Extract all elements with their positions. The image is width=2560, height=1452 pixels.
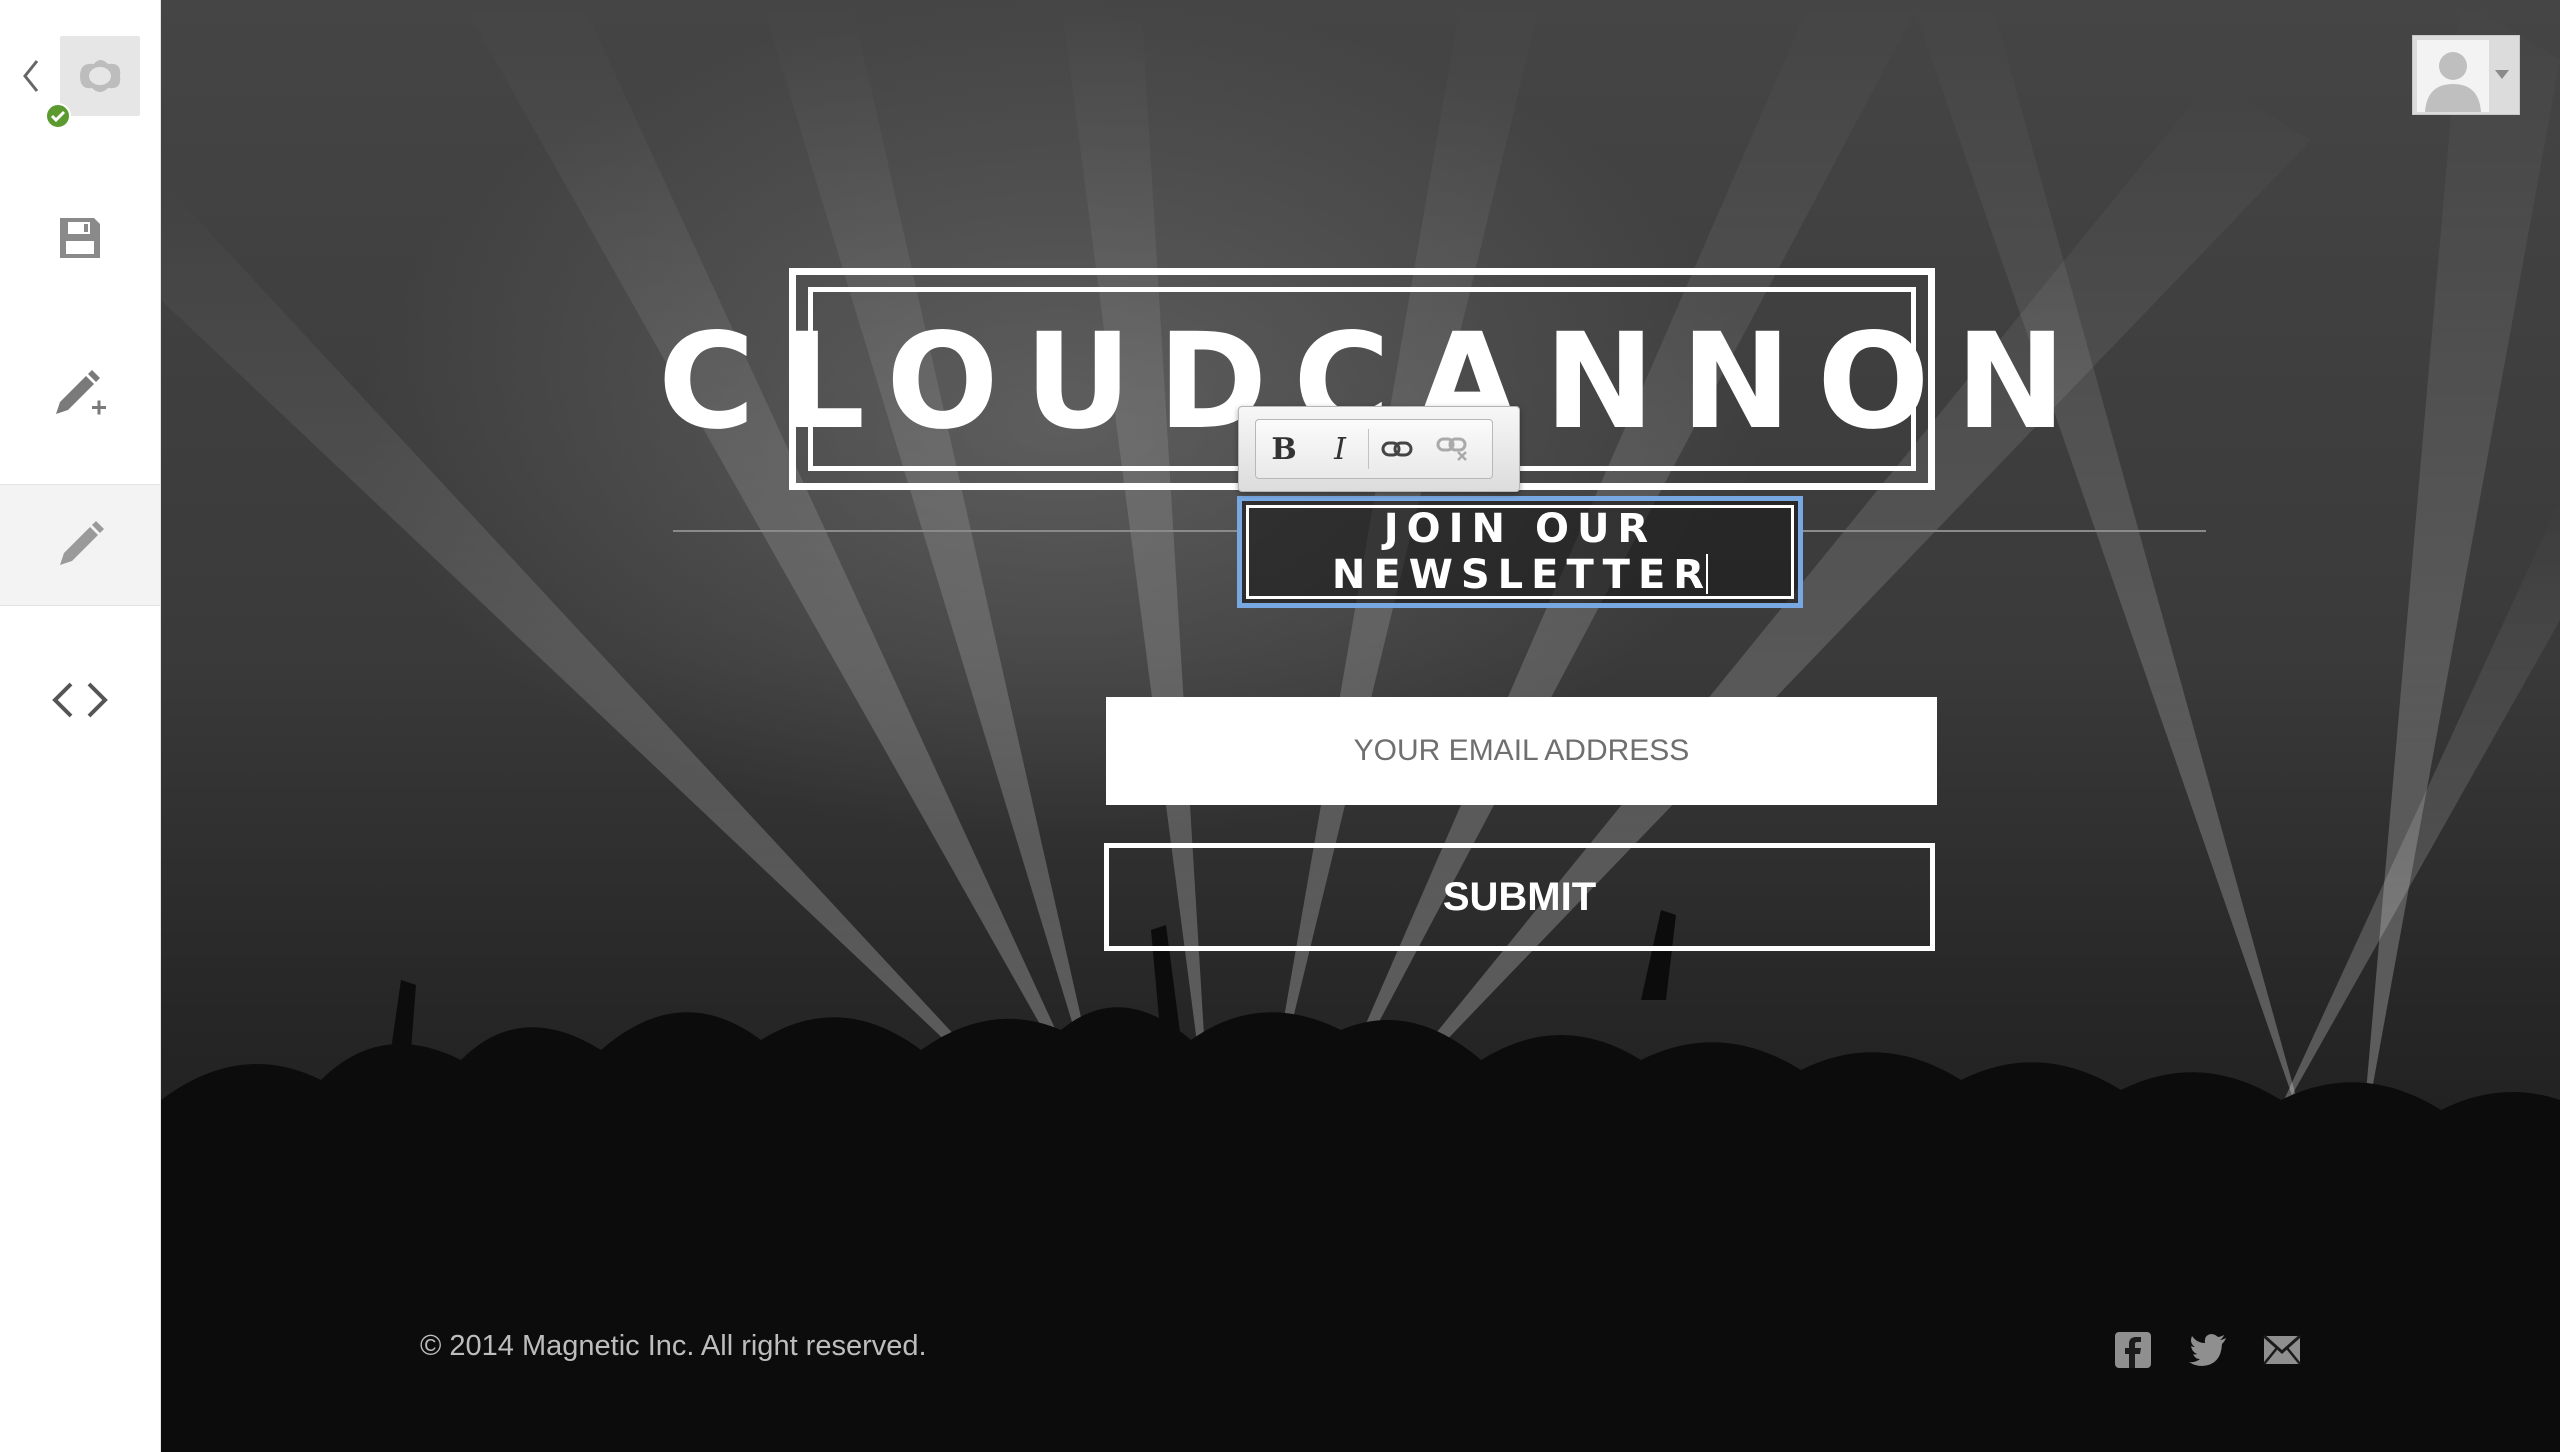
pencil-icon xyxy=(60,521,104,565)
user-avatar-icon xyxy=(2425,52,2481,112)
avatar xyxy=(2417,40,2489,112)
save-disk-icon xyxy=(60,218,100,258)
caret-down-icon xyxy=(2495,70,2509,79)
format-button-group: B I xyxy=(1255,419,1493,479)
heading-line-1: JOIN OUR xyxy=(1383,506,1657,552)
bold-label: B xyxy=(1271,431,1297,467)
text-cursor xyxy=(1706,554,1709,594)
facebook-link[interactable] xyxy=(2113,1330,2153,1370)
back-button[interactable] xyxy=(14,56,48,96)
check-circle-icon xyxy=(45,103,71,129)
code-brackets-icon xyxy=(52,682,108,718)
facebook-icon xyxy=(2115,1332,2151,1368)
save-button[interactable] xyxy=(0,178,160,298)
editor-sidebar xyxy=(0,0,161,1452)
unlink-icon xyxy=(1436,437,1467,461)
mail-link[interactable] xyxy=(2262,1330,2302,1370)
divider-left xyxy=(673,530,1238,532)
bold-button[interactable]: B xyxy=(1256,420,1312,478)
copyright-text: © 2014 Magnetic Inc. All right reserved. xyxy=(420,1330,927,1362)
link-button[interactable] xyxy=(1369,420,1425,478)
link-icon xyxy=(1381,441,1413,457)
text-format-toolbar: B I xyxy=(1238,406,1520,492)
email-input[interactable] xyxy=(1106,697,1937,805)
chevron-left-icon xyxy=(23,60,39,92)
source-code-button[interactable] xyxy=(0,640,160,760)
twitter-link[interactable] xyxy=(2188,1330,2228,1370)
cloudcannon-logo[interactable] xyxy=(60,36,140,116)
italic-button[interactable]: I xyxy=(1312,420,1368,478)
cloudcannon-logo-icon xyxy=(80,60,121,92)
newsletter-heading-editable[interactable]: JOIN OUR NEWSLETTER xyxy=(1237,496,1803,608)
submit-button[interactable]: SUBMIT xyxy=(1104,843,1935,951)
mail-icon xyxy=(2263,1335,2301,1365)
italic-label: I xyxy=(1334,431,1346,467)
user-menu[interactable] xyxy=(2412,35,2520,115)
twitter-icon xyxy=(2189,1334,2226,1366)
pencil-plus-icon xyxy=(56,370,106,415)
heading-line-2-text: NEWSLETTER xyxy=(1331,552,1713,598)
divider-right xyxy=(1802,530,2206,532)
unlink-button[interactable] xyxy=(1425,420,1481,478)
page-preview: CLOUDCANNON JOIN OUR NEWSLETTER B I YOUR… xyxy=(161,0,2560,1452)
heading-line-2: NEWSLETTER xyxy=(1330,552,1710,598)
submit-label: SUBMIT xyxy=(1442,874,1597,919)
visual-edit-button[interactable] xyxy=(0,484,160,606)
add-page-button[interactable] xyxy=(0,334,160,454)
